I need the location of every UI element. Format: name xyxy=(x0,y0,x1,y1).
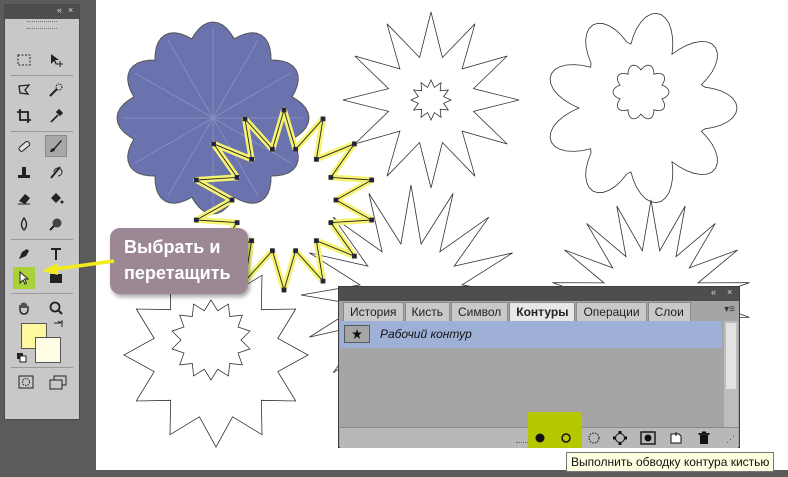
make-work-path-button[interactable] xyxy=(610,429,630,447)
new-path-button[interactable] xyxy=(666,429,686,447)
crop-tool[interactable] xyxy=(13,105,35,127)
quick-mask-icon[interactable] xyxy=(15,371,37,393)
scrollbar-thumb[interactable] xyxy=(726,323,736,389)
blur-tool[interactable] xyxy=(13,213,35,235)
path-selection-tool[interactable] xyxy=(13,267,35,289)
anchor-point[interactable] xyxy=(293,248,299,254)
anchor-point[interactable] xyxy=(351,253,357,259)
scrollbar[interactable] xyxy=(724,321,738,427)
panel-menu-icon[interactable]: ▾≡ xyxy=(724,304,735,315)
anchor-point[interactable] xyxy=(320,278,326,284)
callout-line-1: Выбрать и xyxy=(124,237,221,257)
anchor-point[interactable] xyxy=(242,116,248,122)
collapse-icon[interactable]: « xyxy=(711,287,716,297)
path-thumbnail xyxy=(344,325,370,343)
panel-tabs: История Кисть Символ Контуры Операции Сл… xyxy=(343,302,692,321)
outline-star-bottom-inner xyxy=(171,299,251,381)
hand-tool[interactable] xyxy=(13,297,35,319)
eyedropper-tool[interactable] xyxy=(45,105,67,127)
anchor-point[interactable] xyxy=(269,248,275,254)
anchor-point[interactable] xyxy=(369,217,375,223)
stroke-path-button[interactable] xyxy=(556,429,576,447)
marquee-tool[interactable] xyxy=(13,49,35,71)
screen-mode-icon[interactable] xyxy=(47,371,69,393)
close-icon[interactable]: × xyxy=(727,287,732,297)
close-icon[interactable]: × xyxy=(68,5,73,15)
path-row-work-path[interactable]: Рабочий контур xyxy=(340,321,722,348)
anchor-point[interactable] xyxy=(320,116,326,122)
outline-flower-shape xyxy=(549,12,738,204)
make-work-path-icon xyxy=(613,431,627,445)
instruction-callout: Выбрать и перетащить xyxy=(110,228,248,294)
tab-paths[interactable]: Контуры xyxy=(509,302,576,321)
paint-bucket-tool[interactable] xyxy=(45,187,67,209)
tools-panel: « × xyxy=(4,4,80,420)
delete-path-button[interactable] xyxy=(694,429,714,447)
new-path-icon xyxy=(670,432,682,444)
callout-line-2: перетащить xyxy=(124,263,231,283)
anchor-point[interactable] xyxy=(211,141,216,147)
anchor-point[interactable] xyxy=(313,238,319,244)
tab-actions[interactable]: Операции xyxy=(576,302,647,321)
dodge-tool[interactable] xyxy=(45,213,67,235)
anchor-point[interactable] xyxy=(234,174,240,180)
stamp-tool[interactable] xyxy=(13,161,35,183)
swap-colors-icon[interactable] xyxy=(53,317,63,335)
anchor-point[interactable] xyxy=(333,197,339,203)
stroke-path-icon xyxy=(561,433,571,443)
anchor-point[interactable] xyxy=(281,287,287,293)
quick-selection-tool[interactable] xyxy=(45,79,67,101)
outline-flower-inner xyxy=(612,64,670,120)
add-mask-button[interactable] xyxy=(638,429,658,447)
anchor-point[interactable] xyxy=(328,220,334,226)
healing-tool[interactable] xyxy=(13,135,35,157)
fill-path-icon xyxy=(535,433,545,443)
anchor-point[interactable] xyxy=(234,220,240,226)
arrow-pointer-icon xyxy=(42,259,115,275)
outline-star-inner xyxy=(410,79,452,121)
tab-history[interactable]: История xyxy=(343,302,404,321)
move-tool[interactable] xyxy=(45,49,67,71)
anchor-point[interactable] xyxy=(229,197,235,203)
anchor-point[interactable] xyxy=(313,156,319,162)
trash-icon xyxy=(698,431,710,444)
load-selection-icon xyxy=(588,432,600,444)
default-colors-icon[interactable] xyxy=(17,350,27,368)
anchor-point[interactable] xyxy=(269,146,275,152)
fill-path-button[interactable] xyxy=(530,429,550,447)
path-name: Рабочий контур xyxy=(380,327,472,341)
panel-header: « × xyxy=(339,287,739,301)
paths-panel: « × История Кисть Символ Контуры Операци… xyxy=(338,286,740,448)
tools-panel-header: « × xyxy=(5,5,79,19)
history-brush-tool[interactable] xyxy=(45,161,67,183)
anchor-point[interactable] xyxy=(328,174,334,180)
anchor-point[interactable] xyxy=(281,107,287,113)
grip-handle[interactable] xyxy=(27,21,57,29)
tooltip: Выполнить обводку контура кистью xyxy=(566,452,775,472)
add-mask-icon xyxy=(640,431,656,445)
brush-tool[interactable] xyxy=(45,135,67,157)
zoom-tool[interactable] xyxy=(45,297,67,319)
outline-star-shape xyxy=(342,11,520,189)
lasso-tool[interactable] xyxy=(13,79,35,101)
panel-resize-corner[interactable]: ⋰ xyxy=(726,434,735,445)
anchor-point[interactable] xyxy=(293,146,299,152)
background-color-swatch[interactable] xyxy=(35,337,61,363)
tab-brush[interactable]: Кисть xyxy=(404,302,450,321)
tab-layers[interactable]: Слои xyxy=(647,302,691,321)
anchor-point[interactable] xyxy=(369,177,375,183)
eraser-tool[interactable] xyxy=(13,187,35,209)
pen-tool[interactable] xyxy=(13,243,35,265)
anchor-point[interactable] xyxy=(249,238,255,244)
collapse-icon[interactable]: « xyxy=(57,5,62,15)
anchor-point[interactable] xyxy=(193,177,199,183)
paths-panel-footer: ⋰ xyxy=(340,412,738,448)
load-selection-button[interactable] xyxy=(584,429,604,447)
anchor-point[interactable] xyxy=(193,217,199,223)
anchor-point[interactable] xyxy=(249,156,255,162)
anchor-point[interactable] xyxy=(351,141,357,147)
tab-character[interactable]: Символ xyxy=(451,302,509,321)
